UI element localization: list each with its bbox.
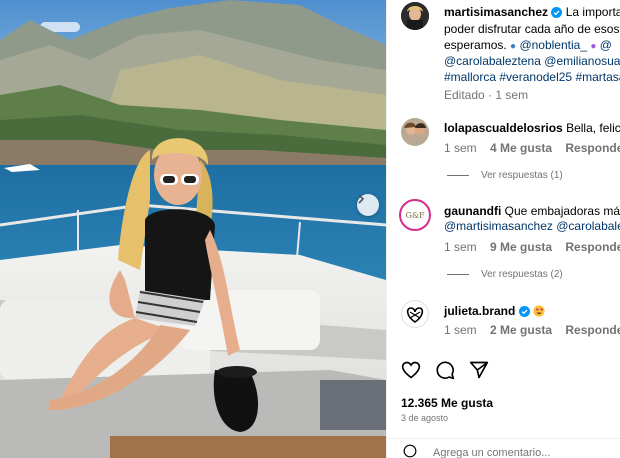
- comment-time: 1 sem: [444, 141, 477, 155]
- commenter-avatar[interactable]: [401, 300, 429, 328]
- hashtag-mallorca[interactable]: #mallorca: [444, 70, 496, 84]
- smiley-icon[interactable]: [403, 444, 417, 458]
- chevron-right-icon: [358, 194, 365, 204]
- comment-likes[interactable]: 9 Me gusta: [490, 240, 552, 254]
- view-replies-label: Ver respuestas (2): [481, 269, 563, 280]
- caption-line-3: esperamos.: [444, 38, 507, 52]
- comment-likes[interactable]: 4 Me gusta: [490, 141, 552, 155]
- emoji-cat: ●: [590, 41, 597, 52]
- commenter-avatar[interactable]: [401, 118, 429, 146]
- verified-icon: [518, 306, 530, 317]
- hashtag-martasan[interactable]: #martasan: [575, 70, 620, 84]
- edited-label: Editado: [444, 88, 485, 102]
- comment-username[interactable]: gaunandfi: [444, 204, 501, 218]
- caption-line-2: poder disfrutar cada año de esos d: [444, 22, 620, 36]
- mention-emilianosuarez[interactable]: @emilianosuarez: [544, 54, 620, 68]
- comment-time: 1 sem: [444, 323, 477, 337]
- commenter-avatar-logo: G&F: [405, 210, 425, 220]
- caption-line-1: La importancia: [565, 5, 620, 19]
- mention-truncated[interactable]: @: [600, 38, 612, 52]
- comment-text: Bella, felices: [566, 121, 620, 135]
- comment-time: 1 sem: [444, 240, 477, 254]
- reply-button[interactable]: Responder: [565, 141, 620, 155]
- edited-time: 1 sem: [495, 88, 529, 102]
- mention-noblentia[interactable]: @noblentia_: [519, 38, 587, 52]
- likes-count[interactable]: 12.365 Me gusta: [401, 396, 493, 410]
- post-date[interactable]: 3 de agosto: [401, 413, 448, 423]
- verified-icon: [551, 7, 563, 18]
- emoji-dolphin: ●: [510, 41, 517, 52]
- next-photo-button[interactable]: [357, 194, 379, 216]
- author-avatar-image: [401, 2, 429, 30]
- replies-divider: [447, 273, 469, 275]
- view-replies-button[interactable]: Ver respuestas (2): [447, 269, 563, 280]
- share-icon: [469, 361, 489, 379]
- view-replies-button[interactable]: Ver respuestas (1): [447, 170, 563, 181]
- comment-mentions[interactable]: @martisimasanchez @carolabalezt: [444, 219, 620, 233]
- comment-likes[interactable]: 2 Me gusta: [490, 323, 552, 337]
- caption-author[interactable]: martisimasanchez: [444, 5, 548, 19]
- share-button[interactable]: [469, 360, 489, 385]
- hashtag-veranodel25[interactable]: #veranodel25: [499, 70, 572, 84]
- mention-carolabaleztena[interactable]: @carolabaleztena: [444, 54, 541, 68]
- author-avatar[interactable]: [401, 2, 429, 30]
- comment-icon: [436, 361, 455, 380]
- comment-username[interactable]: julieta.brand: [444, 304, 515, 318]
- emoji-heart-eyes: [533, 305, 545, 317]
- post-sidebar: martisimasanchez La importancia poder di…: [386, 0, 620, 458]
- reply-button[interactable]: Responder: [565, 323, 620, 337]
- commenter-avatar-image: [401, 118, 429, 146]
- add-comment-bar: [387, 438, 620, 458]
- heart-icon: [401, 361, 421, 379]
- like-button[interactable]: [401, 360, 421, 385]
- commenter-avatar[interactable]: G&F: [399, 199, 431, 231]
- reply-button[interactable]: Responder: [565, 240, 620, 254]
- comment-button[interactable]: [435, 360, 455, 385]
- view-replies-label: Ver respuestas (1): [481, 170, 563, 181]
- julieta-brand-logo-icon: [406, 307, 424, 323]
- post-photo[interactable]: [0, 0, 386, 458]
- photo-scene: [0, 0, 386, 458]
- comment-username[interactable]: lolapascualdelosrios: [444, 121, 563, 135]
- post-actions: [401, 360, 489, 385]
- replies-divider: [447, 174, 469, 176]
- comment-input[interactable]: [433, 447, 613, 458]
- comment-text: Que embajadoras más: [504, 204, 620, 218]
